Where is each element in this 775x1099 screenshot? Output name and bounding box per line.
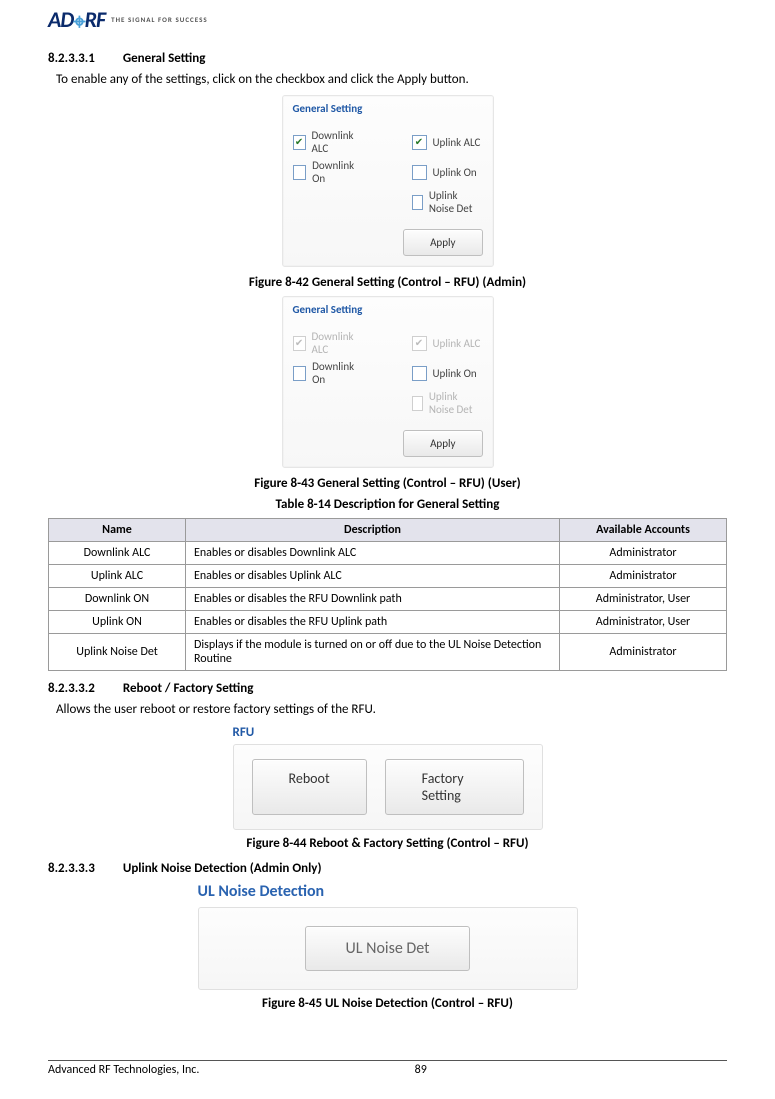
th-name: Name	[49, 519, 186, 542]
table-row: Uplink Noise DetDisplays if the module i…	[49, 634, 727, 671]
logo-letter: D	[60, 6, 73, 33]
downlink-on-label: Downlink On	[312, 159, 363, 185]
rfu-screenshot: RFU Reboot Factory Setting	[233, 725, 543, 830]
section-number: 8.2.3.3.2	[48, 681, 95, 696]
logo-letter: R	[85, 6, 96, 33]
figure-caption: Figure 8-43 General Setting (Control – R…	[48, 476, 727, 491]
panel-title: RFU	[233, 725, 543, 740]
panel-title: General Setting	[283, 297, 493, 320]
table-row: Uplink ALCEnables or disables Uplink ALC…	[49, 565, 727, 588]
table-row: Uplink ONEnables or disables the RFU Upl…	[49, 611, 727, 634]
logo-letter: A	[48, 6, 60, 33]
cell-acct: Administrator, User	[560, 588, 727, 611]
cell-desc: Enables or disables the RFU Uplink path	[186, 611, 560, 634]
section-title: General Setting	[123, 51, 206, 66]
figure-caption: Figure 8-44 Reboot & Factory Setting (Co…	[48, 836, 727, 851]
table-row: Downlink ONEnables or disables the RFU D…	[49, 588, 727, 611]
panel-title: General Setting	[283, 96, 493, 119]
table-row: Downlink ALCEnables or disables Downlink…	[49, 542, 727, 565]
general-setting-admin-screenshot: General Setting Downlink ALC Uplink ALC …	[282, 95, 494, 267]
brand-logo: AD⌖RF	[48, 6, 105, 33]
figure-caption: Figure 8-45 UL Noise Detection (Control …	[48, 996, 727, 1011]
section-intro: Allows the user reboot or restore factor…	[56, 702, 727, 717]
ul-noise-screenshot: UL Noise Detection UL Noise Det	[198, 882, 578, 990]
cell-acct: Administrator	[560, 634, 727, 671]
checkbox-icon	[293, 165, 307, 180]
section-title: Reboot / Factory Setting	[123, 681, 254, 696]
downlink-alc-label: Downlink ALC	[312, 129, 364, 155]
checkbox-icon	[412, 165, 427, 180]
header-logo: AD⌖RF THE SIGNAL FOR SUCCESS	[48, 0, 727, 33]
checkbox-icon	[293, 135, 306, 150]
footer-company: Advanced RF Technologies, Inc.	[48, 1063, 415, 1077]
apply-button: Apply	[403, 430, 482, 457]
wifi-icon: ⌖	[73, 8, 84, 35]
cell-acct: Administrator, User	[560, 611, 727, 634]
checkbox-icon	[412, 396, 423, 411]
uplink-alc-label: Uplink ALC	[433, 136, 481, 149]
uplink-noise-label: Uplink Noise Det	[429, 390, 483, 416]
cell-acct: Administrator	[560, 565, 727, 588]
cell-name: Uplink ON	[49, 611, 186, 634]
cell-desc: Enables or disables Downlink ALC	[186, 542, 560, 565]
uplink-on-label: Uplink On	[433, 166, 477, 179]
cell-name: Uplink ALC	[49, 565, 186, 588]
reboot-button: Reboot	[252, 759, 367, 815]
checkbox-icon	[293, 336, 306, 351]
cell-name: Downlink ON	[49, 588, 186, 611]
checkbox-icon	[412, 336, 427, 351]
checkbox-icon	[412, 135, 427, 150]
th-acct: Available Accounts	[560, 519, 727, 542]
section-title: Uplink Noise Detection (Admin Only)	[123, 861, 322, 876]
brand-tagline: THE SIGNAL FOR SUCCESS	[111, 15, 208, 24]
ul-noise-det-button: UL Noise Det	[305, 926, 471, 971]
logo-letter: F	[96, 6, 105, 33]
page-number: 89	[415, 1063, 427, 1077]
checkbox-icon	[412, 195, 423, 210]
downlink-on-label: Downlink On	[312, 360, 363, 386]
panel-title: UL Noise Detection	[198, 882, 578, 901]
cell-name: Uplink Noise Det	[49, 634, 186, 671]
table-caption: Table 8-14 Description for General Setti…	[48, 497, 727, 512]
checkbox-icon	[293, 366, 307, 381]
factory-setting-button: Factory Setting	[385, 759, 524, 815]
checkbox-icon	[412, 366, 427, 381]
page-footer: Advanced RF Technologies, Inc. 89	[48, 1060, 727, 1077]
general-setting-user-screenshot: General Setting Downlink ALC Uplink ALC …	[282, 296, 494, 468]
cell-desc: Enables or disables Uplink ALC	[186, 565, 560, 588]
downlink-alc-label: Downlink ALC	[312, 330, 364, 356]
cell-desc: Enables or disables the RFU Downlink pat…	[186, 588, 560, 611]
section-number: 8.2.3.3.1	[48, 51, 95, 66]
cell-desc: Displays if the module is turned on or o…	[186, 634, 560, 671]
th-desc: Description	[186, 519, 560, 542]
apply-button: Apply	[403, 229, 482, 256]
section-number: 8.2.3.3.3	[48, 861, 95, 876]
uplink-on-label: Uplink On	[433, 367, 477, 380]
uplink-alc-label: Uplink ALC	[433, 337, 481, 350]
cell-name: Downlink ALC	[49, 542, 186, 565]
figure-caption: Figure 8-42 General Setting (Control – R…	[48, 275, 727, 290]
cell-acct: Administrator	[560, 542, 727, 565]
section-intro: To enable any of the settings, click on …	[56, 72, 727, 87]
uplink-noise-label: Uplink Noise Det	[429, 189, 483, 215]
general-setting-table: Name Description Available Accounts Down…	[48, 518, 727, 671]
